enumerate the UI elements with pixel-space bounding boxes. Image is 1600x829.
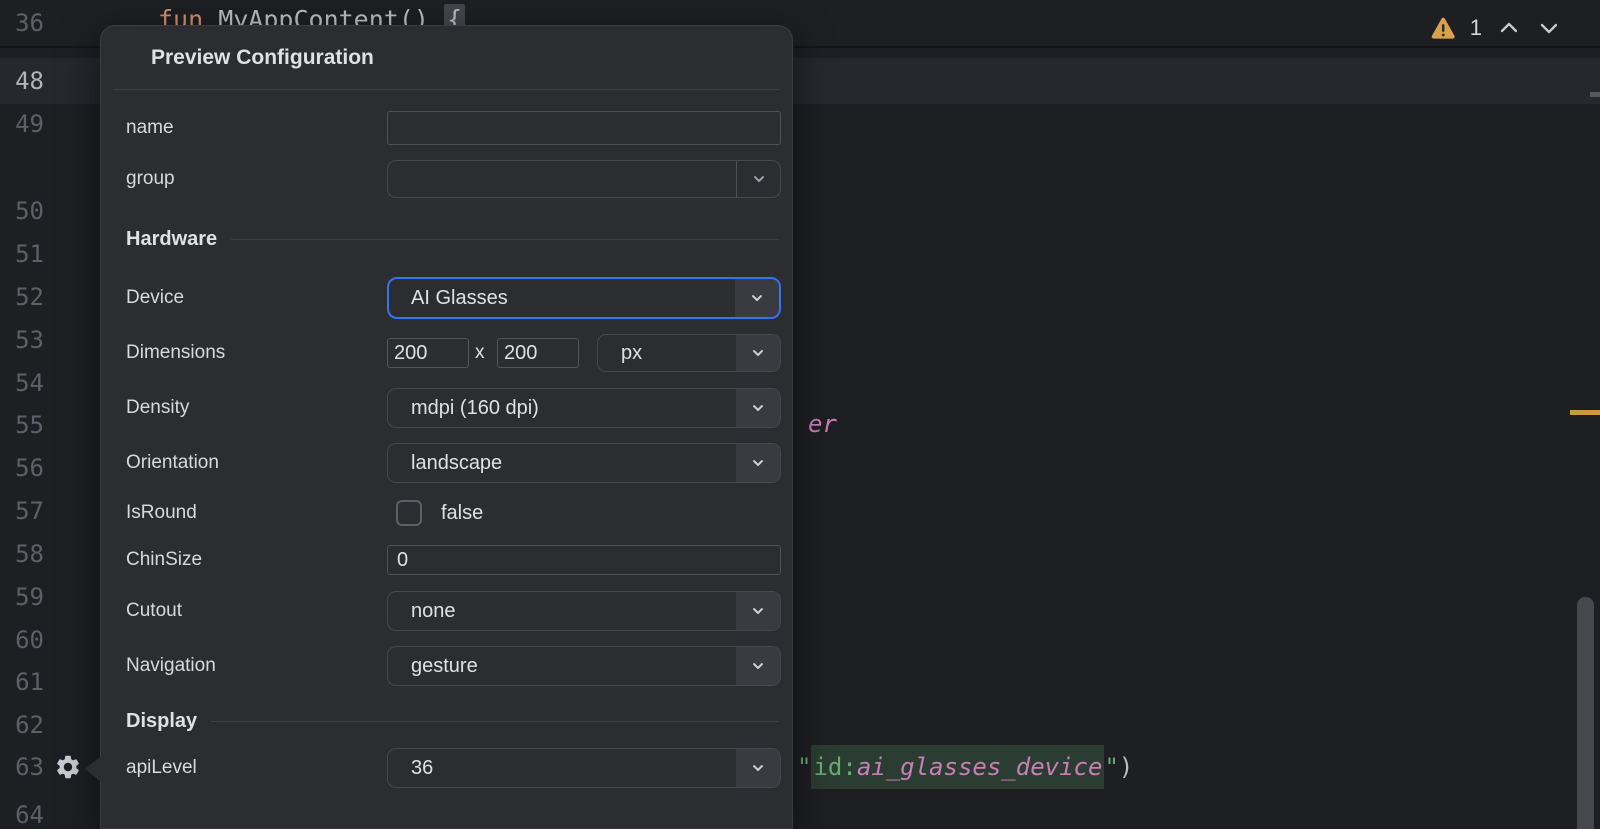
form-row-dimensions: Dimensions200x200px — [126, 334, 779, 372]
selected-value: 36 — [411, 757, 433, 780]
field-label: Orientation — [126, 443, 219, 483]
warning-count: 1 — [1470, 15, 1482, 41]
dialog-title: Preview Configuration — [151, 46, 374, 70]
selected-value: AI Glasses — [411, 287, 508, 310]
cutout-dropdown[interactable]: none — [387, 591, 781, 631]
chevron-down-icon[interactable] — [736, 749, 780, 787]
selected-value: gesture — [411, 655, 478, 678]
dimensions-separator: x — [475, 334, 485, 372]
code-fragment: er — [808, 410, 837, 438]
warning-icon[interactable] — [1430, 15, 1456, 41]
form-row-density: Density mdpi (160 dpi) — [126, 388, 779, 428]
string-open-quote: " — [797, 753, 811, 781]
line-number: 49 — [0, 109, 44, 139]
field-label: name — [126, 111, 174, 145]
form-row-hardware: Hardware — [126, 224, 779, 254]
apilevel-dropdown[interactable]: 36 — [387, 748, 781, 788]
field-label: Navigation — [126, 646, 216, 686]
chevron-down-icon[interactable] — [736, 647, 780, 685]
section-rule — [211, 721, 779, 722]
field-label: group — [126, 160, 175, 198]
line-number: 61 — [0, 667, 44, 697]
section-title: Display — [126, 710, 197, 733]
field-label: apiLevel — [126, 748, 197, 788]
chevron-down-icon[interactable] — [736, 161, 780, 197]
form-row-group: group — [126, 160, 779, 198]
selected-value: px — [621, 342, 642, 365]
selected-value: mdpi (160 dpi) — [411, 397, 539, 420]
height-input[interactable]: 200 — [497, 338, 579, 368]
form-row-display: Display — [126, 706, 779, 736]
string-close-quote: " — [1104, 753, 1118, 781]
form-row-isround: IsRound false — [126, 499, 779, 527]
dialog-pointer — [85, 756, 101, 782]
line-number: 48 — [0, 66, 44, 96]
width-input[interactable]: 200 — [387, 338, 469, 368]
navigation-dropdown[interactable]: gesture — [387, 646, 781, 686]
chevron-down-icon[interactable] — [736, 389, 780, 427]
line-number: 62 — [0, 710, 44, 740]
sticky-line-number: 36 — [0, 8, 44, 38]
line-number: 57 — [0, 496, 44, 526]
line-number: 54 — [0, 368, 44, 398]
field-label: IsRound — [126, 499, 197, 527]
inspections-widget: 1 — [1430, 12, 1562, 44]
next-highlight-button[interactable] — [1536, 15, 1562, 41]
scrollbar-warning-mark[interactable] — [1570, 410, 1600, 415]
unit-dropdown[interactable]: px — [597, 334, 781, 372]
name-input[interactable] — [387, 111, 781, 145]
group-dropdown[interactable] — [387, 160, 781, 198]
device-id-value: ai_glasses_device — [857, 753, 1103, 781]
form-row-orientation: Orientation landscape — [126, 443, 779, 483]
field-label: Density — [126, 388, 189, 428]
preview-configuration-dialog: Preview Configuration name group Hardware D… — [100, 25, 793, 829]
line-number: 63 — [0, 752, 44, 782]
selected-value: none — [411, 600, 456, 623]
form-row-name: name — [126, 111, 779, 145]
close-paren: ) — [1119, 753, 1133, 781]
line-number: 60 — [0, 625, 44, 655]
previous-highlight-button[interactable] — [1496, 15, 1522, 41]
chevron-down-icon[interactable] — [736, 444, 780, 482]
line-number: 52 — [0, 282, 44, 312]
usage-highlight: id:ai_glasses_device — [811, 745, 1104, 789]
line-number: 53 — [0, 325, 44, 355]
line-number: 64 — [0, 800, 44, 829]
orientation-dropdown[interactable]: landscape — [387, 443, 781, 483]
field-label: Dimensions — [126, 334, 225, 372]
form-row-apilevel: apiLevel 36 — [126, 748, 779, 788]
section-rule — [231, 239, 779, 240]
isround-checkbox[interactable] — [396, 500, 422, 526]
line-number: 50 — [0, 196, 44, 226]
scrollbar-caret-mark — [1590, 92, 1600, 97]
title-divider — [113, 89, 780, 90]
line-number: 59 — [0, 582, 44, 612]
chevron-down-icon[interactable] — [735, 279, 779, 317]
field-label: Device — [126, 277, 184, 319]
chevron-down-icon[interactable] — [736, 592, 780, 630]
line-number: 58 — [0, 539, 44, 569]
editor-scrollbar[interactable] — [1577, 597, 1594, 829]
field-label: Cutout — [126, 591, 182, 631]
density-dropdown[interactable]: mdpi (160 dpi) — [387, 388, 781, 428]
code-editor: 48 49 50 51 52 53 54 55 56 57 58 59 60 61 62 63 64 er " … — [0, 0, 1600, 829]
line-number: 51 — [0, 239, 44, 269]
selected-value: landscape — [411, 452, 502, 475]
code-line: " id:ai_glasses_device " ) — [797, 745, 1133, 789]
checkbox-value-label: false — [441, 502, 483, 525]
form-row-cutout: Cutout none — [126, 591, 779, 631]
device-dropdown[interactable]: AI Glasses — [387, 277, 781, 319]
section-title: Hardware — [126, 228, 217, 251]
form-row-device: Device AI Glasses — [126, 277, 779, 319]
line-number: 55 — [0, 410, 44, 440]
form-row-chinsize: ChinSize 0 — [126, 545, 779, 575]
device-id-prefix: id: — [813, 753, 856, 781]
field-label: ChinSize — [126, 545, 202, 575]
form-row-navigation: Navigation gesture — [126, 646, 779, 686]
chinsize-input[interactable]: 0 — [387, 545, 781, 575]
chevron-down-icon[interactable] — [736, 335, 780, 371]
gear-icon[interactable] — [54, 753, 82, 781]
line-number: 56 — [0, 453, 44, 483]
